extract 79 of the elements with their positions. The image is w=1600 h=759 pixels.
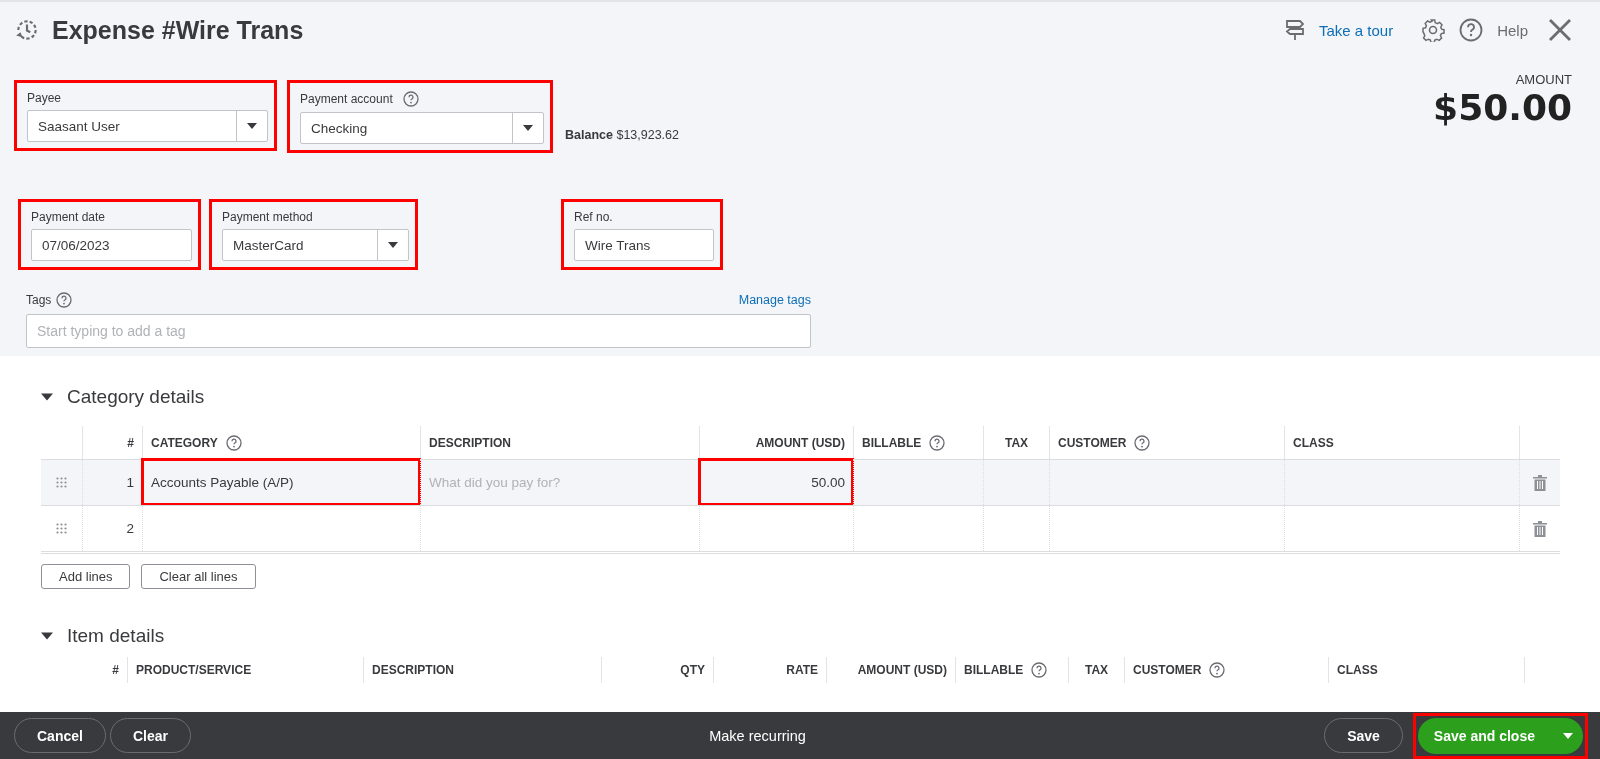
caret-icon: [523, 125, 533, 131]
help-icon[interactable]: [402, 91, 419, 107]
billable-cell[interactable]: [853, 505, 983, 551]
field-label: Payment date: [31, 210, 106, 224]
help-icon[interactable]: [1209, 662, 1226, 678]
drag-handle-icon[interactable]: [56, 523, 67, 534]
field-label: Tags: [26, 293, 52, 307]
manage-tags-link[interactable]: Manage tags: [738, 293, 811, 307]
customer-cell[interactable]: [1049, 459, 1284, 505]
amount-cell[interactable]: 50.00: [699, 459, 853, 505]
dropdown-field[interactable]: Checking: [300, 112, 544, 144]
table-action-button[interactable]: Add lines: [41, 564, 131, 589]
row-number: 2: [126, 521, 134, 536]
help-icon[interactable]: [225, 434, 242, 451]
trash-icon[interactable]: [1533, 474, 1547, 491]
page-title: Expense #Wire Trans: [52, 15, 304, 45]
billable-cell[interactable]: [853, 459, 983, 505]
column-header: BILLABLE: [964, 663, 1024, 677]
amount-label: AMOUNT: [1514, 72, 1572, 87]
column-header: CUSTOMER: [1133, 663, 1202, 677]
column-header: CATEGORY: [151, 435, 218, 450]
dropdown-field[interactable]: Saasant User: [27, 110, 268, 142]
column-header: #: [127, 435, 134, 450]
section-title: Item details: [67, 625, 165, 647]
help-icon[interactable]: [1134, 434, 1151, 451]
column-header: RATE: [786, 663, 818, 677]
settings-icon[interactable]: [1421, 18, 1446, 42]
column-header: CLASS: [1293, 435, 1334, 450]
caret-icon: [1563, 732, 1573, 739]
drag-handle-icon[interactable]: [56, 477, 67, 488]
column-header: CUSTOMER: [1058, 435, 1127, 450]
column-header: QTY: [680, 663, 705, 677]
column-header: CLASS: [1337, 663, 1378, 677]
column-header: TAX: [1084, 663, 1109, 677]
help-icon[interactable]: [1031, 662, 1048, 678]
amount-cell[interactable]: [699, 505, 853, 551]
make-recurring-link[interactable]: Make recurring: [194, 727, 1321, 744]
trash-icon[interactable]: [1533, 520, 1547, 537]
column-header: TAX: [1004, 435, 1029, 450]
help-icon[interactable]: [56, 292, 73, 308]
signpost-icon[interactable]: [1284, 19, 1305, 41]
help-icon[interactable]: [1459, 18, 1484, 42]
tax-cell[interactable]: [983, 505, 1049, 551]
class-cell[interactable]: [1284, 459, 1519, 505]
customer-cell[interactable]: [1049, 505, 1284, 551]
table-row[interactable]: 1 Accounts Payable (A/P) What did you pay for? 50.00: [41, 459, 1560, 505]
class-cell[interactable]: [1284, 505, 1519, 551]
take-tour-link[interactable]: Take a tour: [1318, 21, 1394, 39]
close-icon[interactable]: [1548, 18, 1572, 42]
row-number: 1: [126, 475, 134, 490]
amount-total: $50.00: [1433, 87, 1572, 128]
table-row[interactable]: 2: [41, 505, 1560, 551]
column-header: PRODUCT/SERVICE: [136, 663, 252, 677]
field-label: Ref no.: [574, 210, 613, 224]
caret-icon: [388, 242, 398, 248]
input-field[interactable]: 07/06/2023: [31, 229, 192, 261]
column-header: BILLABLE: [862, 435, 922, 450]
field-label: Payee: [27, 91, 62, 105]
recurring-clock-icon: [14, 17, 40, 43]
description-cell[interactable]: [420, 505, 699, 551]
category-cell[interactable]: [142, 505, 420, 551]
column-header: DESCRIPTION: [372, 663, 454, 677]
column-header: AMOUNT (USD): [857, 663, 947, 677]
input-field[interactable]: Wire Trans: [574, 229, 714, 261]
column-header: #: [112, 663, 119, 677]
category-cell[interactable]: Accounts Payable (A/P): [142, 459, 420, 505]
balance-text: Balance $13,923.62: [565, 128, 679, 142]
section-title: Category details: [67, 386, 205, 408]
help-icon[interactable]: [929, 434, 946, 451]
tags-input[interactable]: Start typing to add a tag: [26, 314, 811, 348]
tax-cell[interactable]: [983, 459, 1049, 505]
table-action-button[interactable]: Clear all lines: [141, 564, 256, 589]
dropdown-field[interactable]: MasterCard: [222, 229, 409, 261]
field-label: Payment account: [300, 92, 393, 106]
help-label[interactable]: Help: [1497, 21, 1528, 39]
column-header: DESCRIPTION: [429, 435, 511, 450]
column-header: AMOUNT (USD): [755, 435, 845, 450]
caret-icon: [247, 123, 257, 129]
field-label: Payment method: [222, 210, 313, 224]
